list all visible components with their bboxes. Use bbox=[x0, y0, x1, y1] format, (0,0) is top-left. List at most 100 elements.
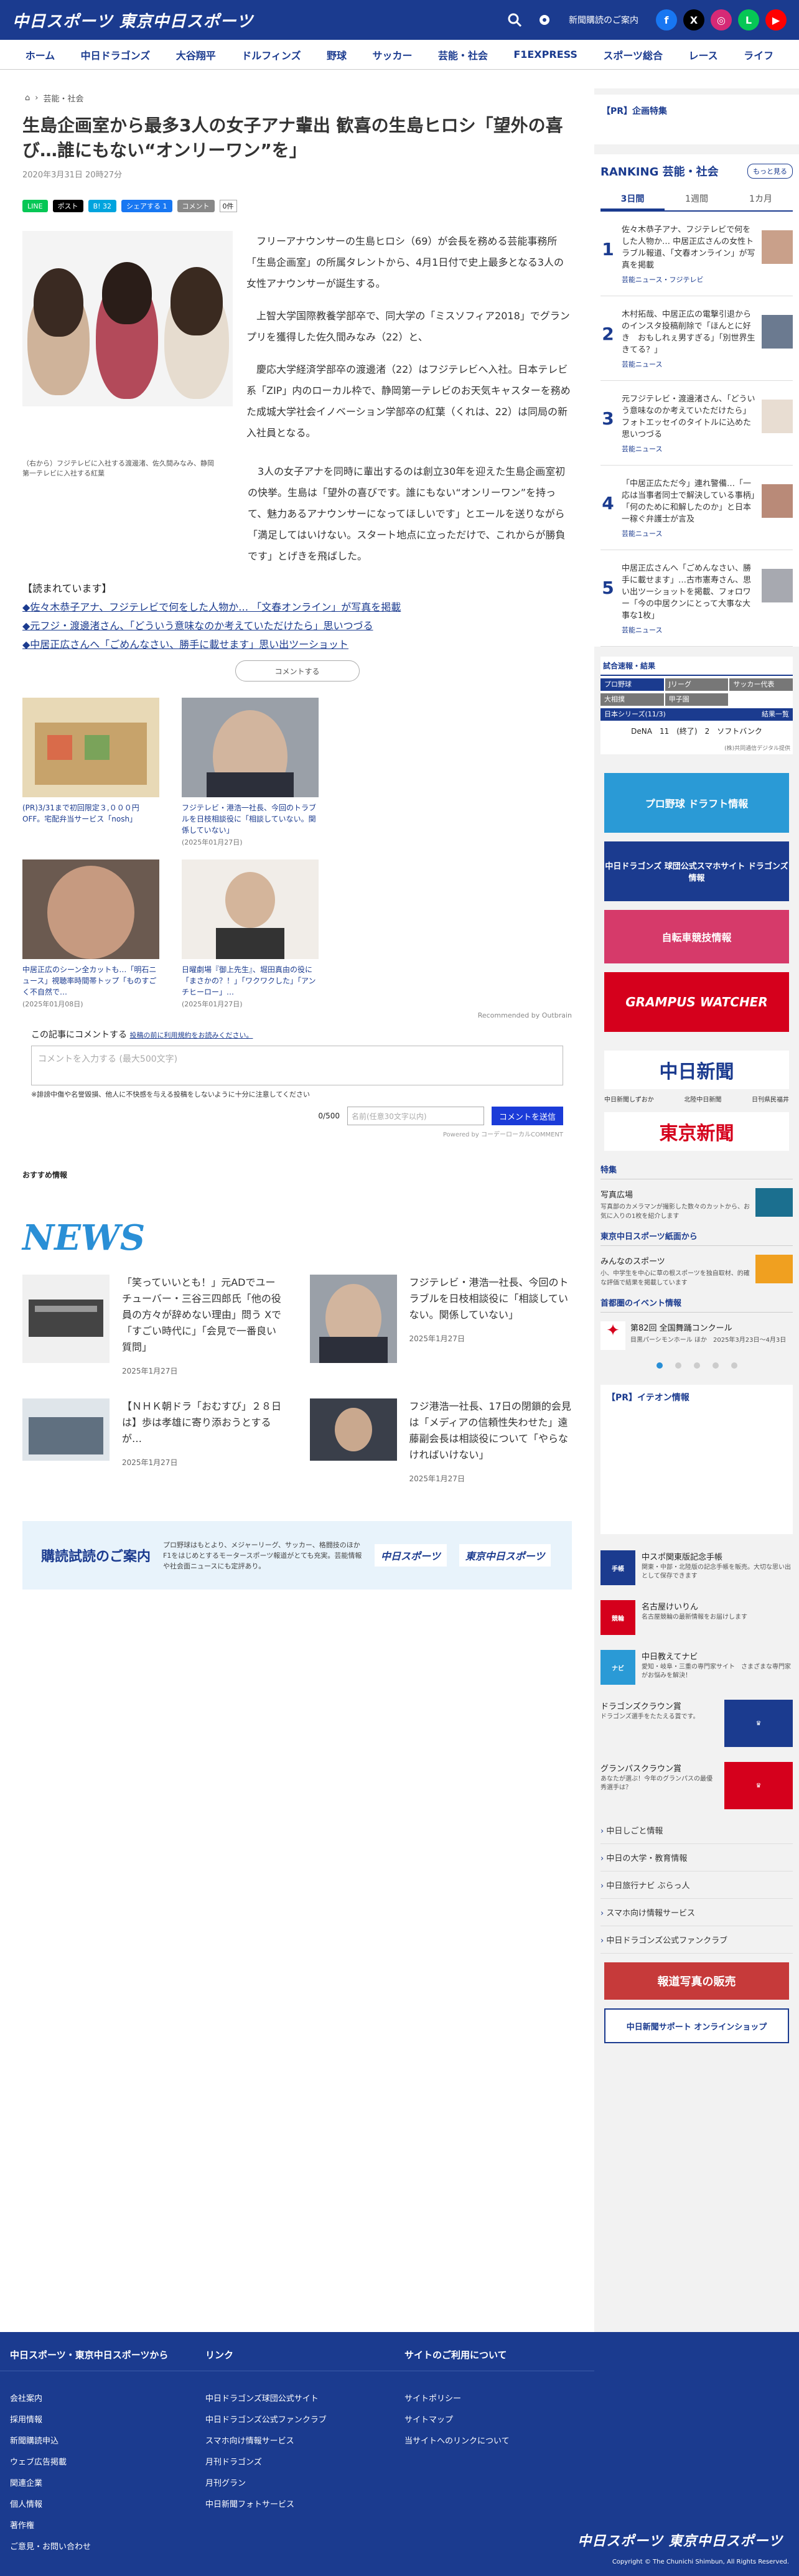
ranking-item[interactable]: 3 元フジテレビ・渡邊渚さん、「どういう意味なのか考えていただけたら」フォトエッセ… bbox=[600, 381, 793, 466]
footer-link[interactable]: 会社案内 bbox=[10, 2392, 42, 2404]
x-icon[interactable]: X bbox=[683, 9, 704, 30]
sidebar-link[interactable]: 中日しごと情報 bbox=[600, 1817, 793, 1844]
recommended-card[interactable]: (PR)3/31まで初回限定３,０００円OFF。宅配弁当サービス「nosh」 bbox=[22, 698, 159, 847]
footer-link[interactable]: サイトマップ bbox=[404, 2413, 453, 2425]
score-tab[interactable]: 甲子園 bbox=[665, 693, 729, 706]
small-link[interactable]: 日刊県民福井 bbox=[752, 1094, 789, 1103]
carousel-dot[interactable] bbox=[731, 1362, 737, 1369]
recommended-card[interactable]: 中居正広のシーン全カットも…「明石ニュース」視聴率時間帯トップ「ものすごく不自然… bbox=[22, 859, 159, 1009]
nav-item[interactable]: ライフ bbox=[744, 47, 773, 62]
site-logo[interactable]: 中日スポーツ 東京中日スポーツ bbox=[12, 9, 253, 32]
outbrain-credit[interactable]: Recommended by Outbrain bbox=[0, 1009, 594, 1022]
facebook-icon[interactable]: f bbox=[656, 9, 677, 30]
comment-textarea[interactable]: コメントを入力する (最大500文字) bbox=[31, 1046, 563, 1085]
breadcrumb-current[interactable]: 芸能・社会 bbox=[43, 92, 83, 104]
recommended-card[interactable]: 日曜劇場『御上先生』、堀田真由の役に「まさかの？！」「ワクワクした」「アンチヒー… bbox=[182, 859, 319, 1009]
footer-link[interactable]: 中日ドラゴンズ球団公式サイト bbox=[205, 2392, 319, 2404]
news-item[interactable]: 【ＮＨＫ朝ドラ「おむすび」２８日は】歩は孝雄に寄り添おうとするが… 2025年1月… bbox=[22, 1398, 285, 1484]
ranking-item[interactable]: 2 木村拓哉、中居正広の電撃引退からのインスタ投稿削除で「ほんとに好き おもしれぇ… bbox=[600, 296, 793, 381]
event-item[interactable]: ✦ 第82回 全国舞踊コンクール 目黒パーシモンホール ほか 2025年3月23日〜… bbox=[600, 1313, 793, 1359]
footer-link[interactable]: スマホ向け情報サービス bbox=[205, 2434, 294, 2446]
chunichi-sports-logo[interactable]: 中日スポーツ bbox=[375, 1544, 447, 1567]
draft-banner[interactable]: プロ野球 ドラフト情報 bbox=[604, 773, 789, 833]
related-link[interactable]: ◆佐々木恭子アナ、フジテレビで何をした人物か… 「文春オンライン」が写真を掲載 bbox=[22, 598, 572, 617]
search-icon[interactable] bbox=[505, 11, 524, 29]
nav-item[interactable]: 大谷翔平 bbox=[176, 47, 216, 62]
feature-item[interactable]: 写真広場 写真部のカメラマンが撮影した数々のカットから、お気に入りの1枚を紹介しま… bbox=[600, 1179, 793, 1230]
tab-1month[interactable]: 1カ月 bbox=[729, 188, 793, 210]
comment-submit-button[interactable]: コメントを送信 bbox=[491, 1107, 563, 1125]
chunichi-shimbun-logo[interactable]: 中日新聞 bbox=[604, 1051, 789, 1089]
score-tab[interactable]: サッカー代表 bbox=[729, 678, 793, 691]
related-link[interactable]: ◆中居正広さんへ「ごめんなさい、勝手に載せます」思い出ツーショット bbox=[22, 635, 572, 654]
ranking-item[interactable]: 4 「中居正広ただ今」連れ警備…「一応は当事者同士で解決している事柄」「何のために… bbox=[600, 466, 793, 550]
check-item[interactable]: ドラゴンズクラウン賞 ドラゴンズ選手をたたえる賞です。 ♛ bbox=[600, 1692, 793, 1754]
dragons-banner[interactable]: 中日ドラゴンズ 球団公式スマホサイト ドラゴンズ情報 bbox=[604, 841, 789, 901]
footer-link[interactable]: 関連企業 bbox=[10, 2476, 42, 2488]
news-item[interactable]: フジテレビ・港浩一社長、今回のトラブルを日枝相談役に「相談していない。関係してい… bbox=[309, 1275, 572, 1376]
nav-item[interactable]: 中日ドラゴンズ bbox=[81, 47, 151, 62]
score-line[interactable]: DeNA 11 (終了) 2 ソフトバンク bbox=[600, 721, 793, 741]
line-share-button[interactable]: LINE bbox=[22, 200, 48, 212]
nav-item[interactable]: 野球 bbox=[327, 47, 347, 62]
check-item[interactable]: 手帳 中スポ関東版記念手帳 関東・中部・北陸版の記念手帳を販売。大切な思い出として保… bbox=[600, 1543, 793, 1593]
carousel-dot[interactable] bbox=[693, 1362, 700, 1369]
sidebar-link[interactable]: 中日旅行ナビ ぶらっ人 bbox=[600, 1871, 793, 1899]
comment-button[interactable]: コメント bbox=[177, 200, 215, 212]
line-icon[interactable]: L bbox=[738, 9, 759, 30]
subscription-banner[interactable]: 購読試読のご案内 プロ野球はもとより、メジャーリーグ、サッカー、格闘技のほかF1… bbox=[22, 1521, 572, 1590]
score-tab[interactable]: プロ野球 bbox=[600, 678, 664, 691]
small-link[interactable]: 北陸中日新聞 bbox=[684, 1094, 721, 1103]
score-tab[interactable]: 大相撲 bbox=[600, 693, 664, 706]
footer-link[interactable]: 中日ドラゴンズ公式ファンクラブ bbox=[205, 2413, 327, 2425]
footer-link[interactable]: 月刊ドラゴンズ bbox=[205, 2455, 262, 2467]
sidebar-link[interactable]: 中日の大学・教育情報 bbox=[600, 1844, 793, 1871]
small-link[interactable]: 中日新聞しずおか bbox=[604, 1094, 654, 1103]
related-link[interactable]: ◆元フジ・渡邊渚さん、「どういう意味なのか考えていただけたら」思いつづる bbox=[22, 617, 572, 635]
score-list-link[interactable]: 結果一覧 bbox=[762, 708, 789, 721]
footer-link[interactable]: 個人情報 bbox=[10, 2498, 42, 2509]
carousel-dot[interactable] bbox=[675, 1362, 681, 1369]
carousel-dot[interactable] bbox=[712, 1362, 719, 1369]
footer-link[interactable]: サイトポリシー bbox=[404, 2392, 461, 2404]
check-item[interactable]: グランパスクラウン賞 あなたが選ぶ！今年のグランパスの最優秀選手は？ ♛ bbox=[600, 1754, 793, 1817]
carousel-dot[interactable] bbox=[656, 1362, 663, 1369]
nav-item[interactable]: サッカー bbox=[372, 47, 412, 62]
footer-link[interactable]: ウェブ広告掲載 bbox=[10, 2455, 67, 2467]
footer-link[interactable]: 中日新聞フォトサービス bbox=[205, 2498, 294, 2509]
subscribe-link[interactable]: 新聞購読のご案内 bbox=[569, 14, 638, 26]
news-item[interactable]: 「笑っていいとも！」元ADでユーチューバー・三谷三四郎氏「他の役員の方々が辞めな… bbox=[22, 1275, 285, 1376]
sidebar-link[interactable]: 中日ドラゴンズ公式ファンクラブ bbox=[600, 1926, 793, 1954]
tokyo-chunichi-logo[interactable]: 東京中日スポーツ bbox=[459, 1544, 551, 1567]
tokyo-shimbun-logo[interactable]: 東京新聞 bbox=[604, 1112, 789, 1151]
nav-item[interactable]: ホーム bbox=[26, 47, 55, 62]
nav-item[interactable]: ドルフィンズ bbox=[241, 47, 301, 62]
footer-logo[interactable]: 中日スポーツ 東京中日スポーツ bbox=[577, 2530, 783, 2550]
instagram-icon[interactable]: ◎ bbox=[711, 9, 732, 30]
footer-link[interactable]: 月刊グラン bbox=[205, 2476, 246, 2488]
ranking-item[interactable]: 5 中居正広さんへ「ごめんなさい、勝手に載せます」…古市憲寿さん、思い出ツーショッ… bbox=[600, 550, 793, 647]
tab-3days[interactable]: 3日間 bbox=[600, 188, 665, 210]
x-post-button[interactable]: ポスト bbox=[52, 200, 83, 212]
score-tab[interactable]: Jリーグ bbox=[665, 678, 729, 691]
name-input[interactable]: 名前(任意30文字以内) bbox=[347, 1107, 484, 1125]
photo-service-banner[interactable]: 報道写真の販売 bbox=[604, 1962, 789, 2000]
nav-item[interactable]: スポーツ総合 bbox=[603, 47, 663, 62]
ranking-more-link[interactable]: もっと見る bbox=[747, 164, 793, 179]
cycling-banner[interactable]: 自転車競技情報 bbox=[604, 910, 789, 963]
gear-icon[interactable] bbox=[535, 11, 554, 29]
recommended-card[interactable]: フジテレビ・港浩一社長、今回のトラブルを日枝相談役に「相談していない。関係してい… bbox=[182, 698, 319, 847]
footer-link[interactable]: 著作権 bbox=[10, 2519, 34, 2531]
feature-item[interactable]: みんなのスポーツ 小、中学生を中心に草の根スポーツを独自取材、的確な評価で結果を掲… bbox=[600, 1246, 793, 1296]
footer-link[interactable]: 当サイトへのリンクについて bbox=[404, 2434, 510, 2446]
home-icon[interactable]: ⌂ bbox=[25, 93, 30, 103]
comment-open-button[interactable]: コメントする bbox=[235, 660, 360, 681]
footer-link[interactable]: 新聞購読申込 bbox=[10, 2434, 58, 2446]
hatena-bookmark-button[interactable]: B! 32 bbox=[88, 200, 117, 212]
sidebar-link[interactable]: スマホ向け情報サービス bbox=[600, 1899, 793, 1926]
online-shop-banner[interactable]: 中日新聞サポート オンラインショップ bbox=[604, 2008, 789, 2043]
nav-item[interactable]: F1EXPRESS bbox=[513, 49, 577, 60]
nav-item[interactable]: レース bbox=[688, 47, 717, 62]
footer-link[interactable]: 採用情報 bbox=[10, 2413, 42, 2425]
nav-item[interactable]: 芸能・社会 bbox=[438, 47, 488, 62]
